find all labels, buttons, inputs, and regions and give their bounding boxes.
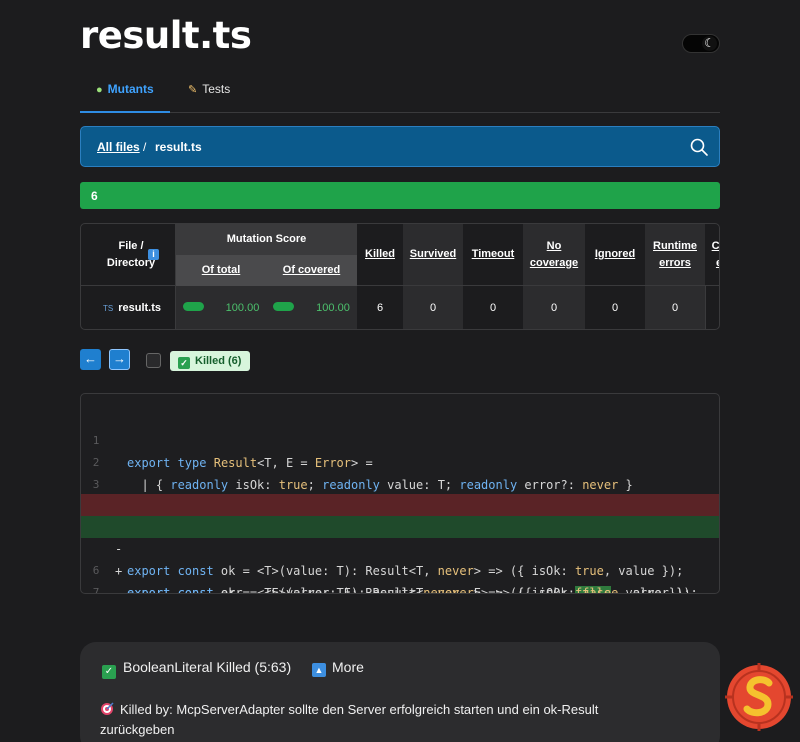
code-line: 7 [81,560,719,593]
filter-killed-toggle[interactable]: ✓ Killed (6) [170,351,251,371]
code-text: export const err = <E>(error: E): Result… [127,586,698,594]
pencil-icon: ✎ [188,84,198,96]
more-button[interactable]: ▲ More [312,659,364,677]
row-of-covered: 100.00 [266,286,357,329]
row-of-covered-value: 100.00 [316,302,350,314]
code-line: 2 | { readonly isOk: true; readonly valu… [81,430,719,492]
table-row-file[interactable]: TS result.ts [81,286,176,329]
stryker-logo-icon[interactable] [725,663,793,731]
checkmark-icon: ✓ [178,357,190,369]
code-line: 3 | { readonly isOk: false; readonly val… [81,452,719,514]
breadcrumb-root-link[interactable]: All files [97,140,140,154]
row-of-total-value: 100.00 [225,302,260,314]
row-timeout: 0 [489,302,497,314]
header-no-coverage[interactable]: No coverage [523,224,585,286]
header-mutation-score: Mutation Score [176,224,357,255]
checkmark-icon: ✓ [102,665,116,679]
search-icon[interactable] [689,137,709,157]
tab-tests[interactable]: ✎ Tests [172,72,246,113]
mutation-progress-bar: 6 [80,182,720,209]
mutant-title-text: BooleanLiteral Killed (5:63) [123,659,292,675]
typescript-file-icon: TS [102,304,114,313]
row-compile-errors [705,286,719,329]
row-no-coverage: 0 [523,286,585,329]
header-of-total[interactable]: Of total [176,255,266,286]
progress-label: 6 [91,189,98,203]
previous-mutant-button[interactable]: ← [80,349,101,370]
code-line: 4 [81,474,719,513]
more-label: More [332,659,364,675]
tab-bar: ● Mutants ✎ Tests [80,72,720,113]
tab-mutants[interactable]: ● Mutants [80,72,170,113]
row-survived: 0 [403,286,463,329]
breadcrumb: All files / result.ts [80,126,720,167]
breadcrumb-current: result.ts [155,140,202,154]
header-survived[interactable]: Survived [403,224,463,286]
row-killed: 6 [376,302,384,314]
killed-by-text: Killed by: McpServerAdapter sollte den S… [100,700,640,740]
info-icon[interactable]: i [148,249,159,260]
metrics-table: File / Directory i Mutation Score Of tot… [80,223,720,330]
code-line: 6 export const err = <E>(error: E): Resu… [81,538,719,593]
page-title: result.ts [80,14,252,57]
mutant-title: ✓ BooleanLiteral Killed (5:63) [102,659,291,679]
killed-by-label: Killed by: McpServerAdapter sollte den S… [100,702,599,737]
next-mutant-button[interactable]: → [109,349,130,370]
code-line-removed: 5 - export const ok = <T>(value: T): Res… [81,494,719,578]
alien-icon: ● [96,84,103,96]
filter-killed-label: Killed (6) [195,355,242,367]
code-view: 1 export type Result<T, E = Error> = 2 |… [80,393,720,594]
theme-toggle[interactable]: ☾ [682,34,720,53]
score-pill [273,302,295,311]
header-timeout[interactable]: Timeout [463,224,523,286]
tab-mutants-label: Mutants [107,82,154,96]
code-line-added: + export const ok = <T>(value: T): Resul… [81,516,719,593]
arrow-right-icon: → [113,351,126,366]
header-of-covered[interactable]: Of covered [266,255,357,286]
moon-icon: ☾ [702,36,717,51]
arrow-left-icon: ← [84,351,97,366]
header-runtime-errors[interactable]: Runtime errors [645,224,705,286]
header-ignored[interactable]: Ignored [585,224,645,286]
line-number: 7 [92,586,100,594]
breadcrumb-separator: / [143,140,147,154]
row-file-name[interactable]: result.ts [118,302,161,314]
row-runtime-errors: 0 [645,286,705,329]
target-icon [101,702,114,715]
code-line: 1 export type Result<T, E = Error> = [81,408,719,470]
row-of-total: 100.00 [176,286,266,329]
header-compile-errors[interactable]: Co e [705,224,719,286]
select-all-checkbox[interactable] [146,353,161,368]
mutant-detail-card: ✓ BooleanLiteral Killed (5:63) ▲ More Kill… [80,642,720,742]
header-file: File / Directory i [81,224,176,286]
score-pill [182,302,204,311]
triangle-up-icon: ▲ [312,663,326,677]
tab-tests-label: Tests [202,82,231,96]
row-ignored: 0 [611,302,619,314]
header-killed[interactable]: Killed [357,224,403,286]
